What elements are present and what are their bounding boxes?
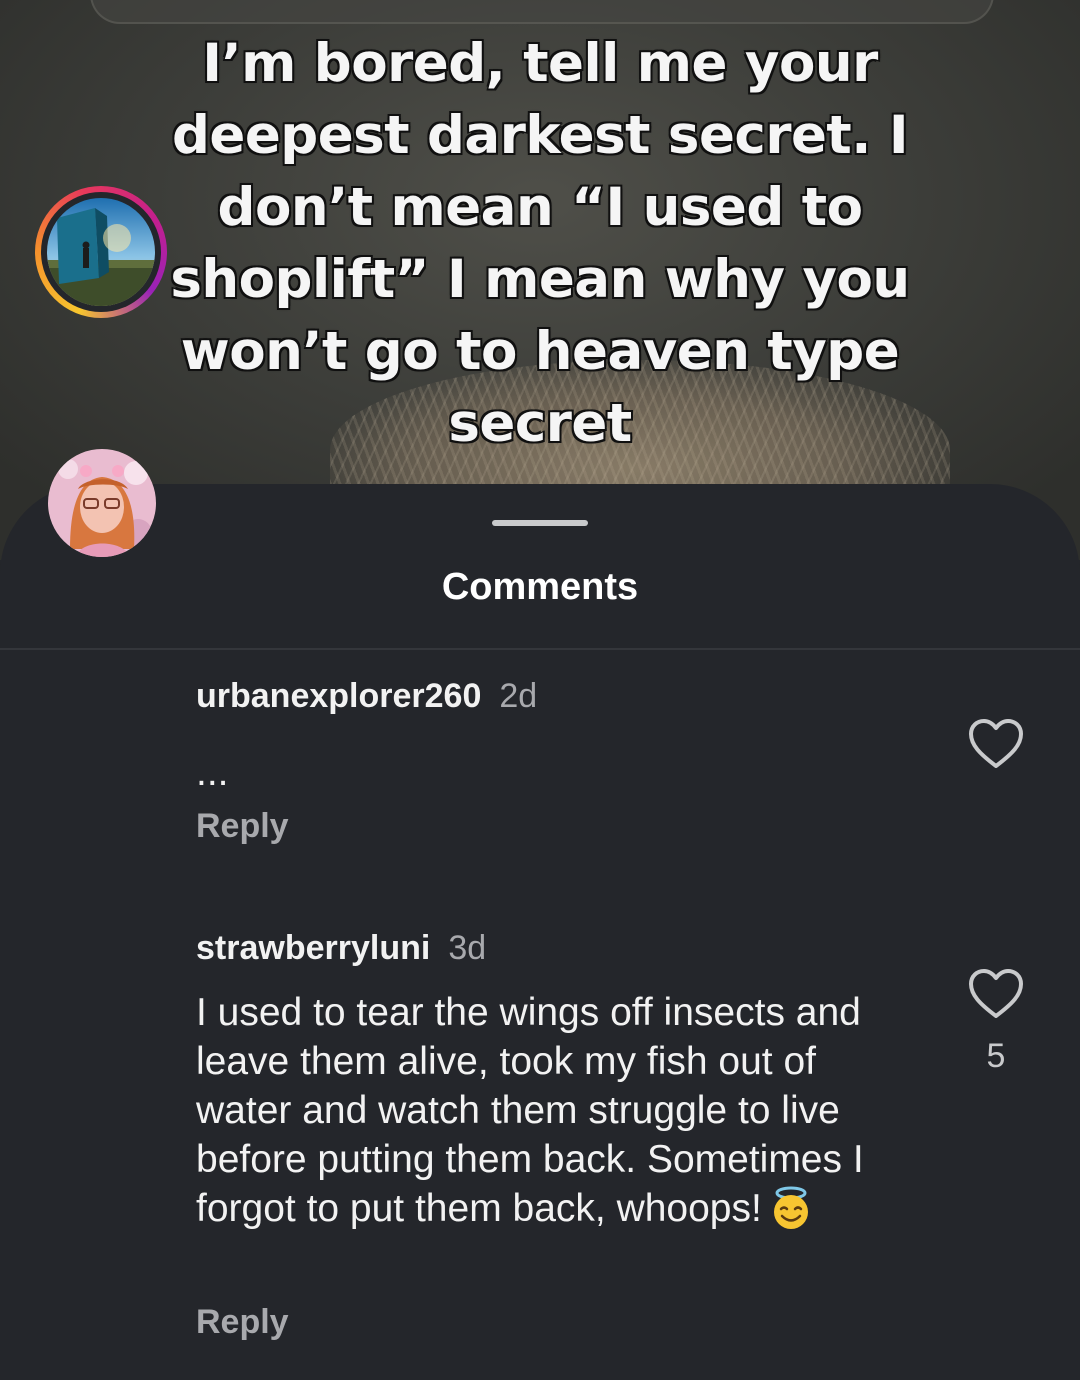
comment-time: 2d (499, 677, 538, 715)
sheet-drag-handle[interactable] (492, 520, 588, 526)
sheet-title: Comments (441, 566, 639, 608)
avatar-photo-icon (48, 449, 156, 557)
heart-icon[interactable] (968, 968, 1024, 1020)
smiling-face-with-halo-icon (768, 1185, 814, 1243)
top-overlay-pill (90, 0, 994, 24)
reel-comments-screen: I’m bored, tell me your deepest darkest … (0, 0, 1080, 1380)
comment-username[interactable]: strawberryluni 3d (196, 928, 486, 968)
comments-sheet: Comments urbanexplorer260 2d ... Reply s… (0, 186, 1080, 1380)
avatar[interactable] (48, 449, 156, 557)
like-count: 5 (986, 1037, 1006, 1075)
story-ring[interactable] (35, 186, 167, 318)
username-text[interactable]: strawberryluni (196, 929, 430, 967)
comment-text: ... (196, 751, 229, 794)
reply-button[interactable]: Reply (196, 806, 289, 846)
heart-icon[interactable] (968, 718, 1024, 770)
comment-username[interactable]: urbanexplorer260 2d (196, 676, 537, 716)
sheet-divider (0, 648, 1080, 650)
video-background[interactable]: I’m bored, tell me your deepest darkest … (0, 0, 1080, 560)
video-caption-overlay: I’m bored, tell me your deepest darkest … (169, 32, 911, 455)
avatar-photo-icon (47, 198, 155, 306)
comment-text: I used to tear the wings off insects and… (196, 988, 916, 1243)
avatar (47, 198, 155, 306)
reply-button[interactable]: Reply (196, 1302, 289, 1342)
comment-time: 3d (448, 929, 487, 967)
comment-body: I used to tear the wings off insects and… (196, 991, 864, 1230)
username-text[interactable]: urbanexplorer260 (196, 677, 481, 715)
